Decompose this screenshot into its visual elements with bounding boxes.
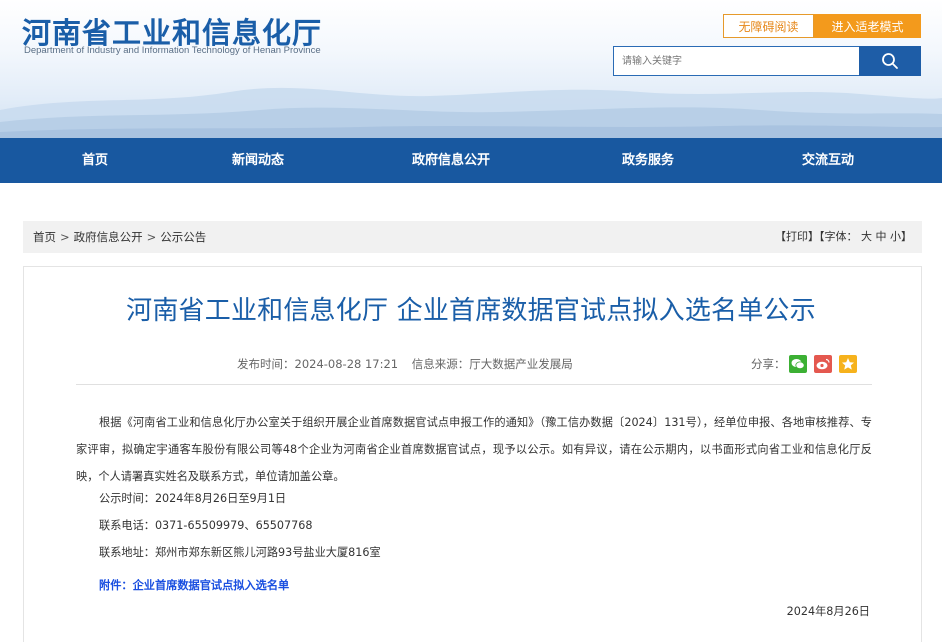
main-nav: 首页 新闻动态 政府信息公开 政务服务 交流互动 bbox=[0, 138, 942, 183]
share-label: 分享： bbox=[751, 357, 786, 371]
article-paragraph: 根据《河南省工业和信息化厅办公室关于组织开展企业首席数据官试点申报工作的通知》（… bbox=[76, 416, 872, 483]
font-medium-button[interactable]: 中 bbox=[876, 230, 887, 243]
font-size-label: 字体： bbox=[824, 230, 858, 243]
nav-item-interaction[interactable]: 交流互动 bbox=[802, 138, 854, 183]
breadcrumb-separator: > bbox=[146, 230, 157, 244]
search-bar bbox=[613, 46, 921, 76]
sign-date: 2024年8月26日 bbox=[786, 605, 870, 618]
search-button[interactable] bbox=[859, 46, 921, 76]
accessibility-reading-button[interactable]: 无障碍阅读 bbox=[723, 14, 814, 38]
weibo-icon[interactable] bbox=[814, 355, 832, 373]
print-button[interactable]: 打印 bbox=[786, 230, 808, 243]
breadcrumb-gov-info[interactable]: 政府信息公开 bbox=[74, 230, 143, 244]
contact-phone: 联系电话：0371-65509979、65507768 bbox=[99, 519, 313, 532]
nav-item-news[interactable]: 新闻动态 bbox=[232, 138, 284, 183]
attachment-link[interactable]: 附件：企业首席数据官试点拟入选名单 bbox=[99, 579, 289, 592]
attachment: 附件：企业首席数据官试点拟入选名单 bbox=[99, 577, 289, 593]
article-title: 河南省工业和信息化厅 企业首席数据官试点拟入选名单公示 bbox=[126, 296, 816, 326]
notice-period: 公示时间：2024年8月26日至9月1日 bbox=[99, 492, 287, 505]
nav-item-gov-info[interactable]: 政府信息公开 bbox=[412, 138, 490, 183]
breadcrumb-home[interactable]: 首页 bbox=[33, 230, 56, 244]
site-subtitle: Department of Industry and Information T… bbox=[24, 45, 321, 56]
contact-address: 联系地址：郑州市郑东新区熊儿河路93号盐业大厦816室 bbox=[99, 546, 381, 559]
font-large-button[interactable]: 大 bbox=[861, 230, 872, 243]
breadcrumb: 首页 > 政府信息公开 > 公示公告 bbox=[33, 221, 206, 253]
breadcrumb-bar: 首页 > 政府信息公开 > 公示公告 【打印】【字体： 大 中 小】 bbox=[23, 221, 922, 253]
elder-mode-button[interactable]: 进入适老模式 bbox=[814, 14, 921, 38]
wechat-icon[interactable] bbox=[789, 355, 807, 373]
nav-item-home[interactable]: 首页 bbox=[82, 138, 108, 183]
share-icons bbox=[789, 355, 857, 373]
meta-divider bbox=[76, 384, 872, 385]
article-meta: 发布时间：2024-08-28 17:21 信息来源：厅大数据产业发展局 bbox=[237, 356, 573, 372]
page-tools: 【打印】【字体： 大 中 小】 bbox=[775, 230, 912, 243]
breadcrumb-notices[interactable]: 公示公告 bbox=[160, 230, 206, 244]
access-buttons: 无障碍阅读 进入适老模式 bbox=[723, 14, 921, 38]
nav-item-services[interactable]: 政务服务 bbox=[622, 138, 674, 183]
info-source: 信息来源：厅大数据产业发展局 bbox=[411, 357, 573, 371]
qzone-icon[interactable] bbox=[839, 355, 857, 373]
publish-time: 发布时间：2024-08-28 17:21 bbox=[237, 357, 399, 371]
breadcrumb-separator: > bbox=[60, 230, 70, 244]
font-small-button[interactable]: 小 bbox=[890, 230, 901, 243]
search-input[interactable] bbox=[613, 46, 859, 76]
search-icon bbox=[882, 53, 898, 69]
header-banner: 河南省工业和信息化厅 Department of Industry and In… bbox=[0, 0, 942, 138]
